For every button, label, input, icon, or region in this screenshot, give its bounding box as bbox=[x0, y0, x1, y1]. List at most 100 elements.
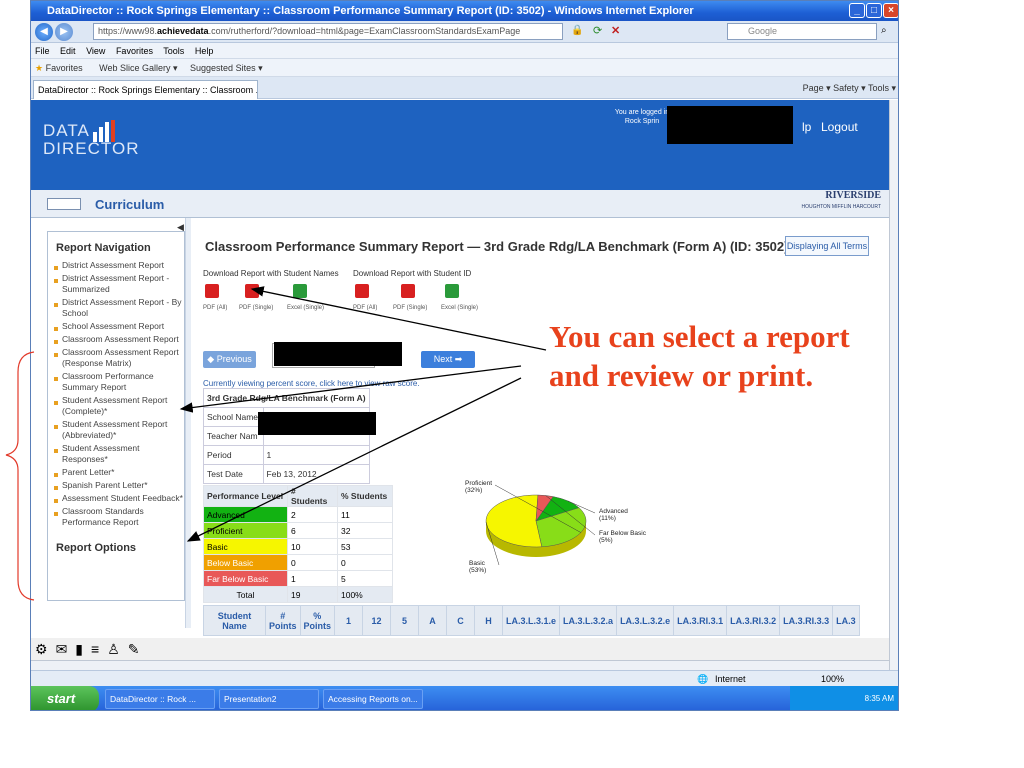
bottom-toolbar: ⚙✉▮≡♙✎ bbox=[31, 638, 889, 660]
exam-name: 3rd Grade Rdg/LA Benchmark (Form A) bbox=[203, 388, 370, 408]
pdf-icon[interactable] bbox=[245, 284, 259, 298]
pdf-all-label: PDF (All) bbox=[353, 305, 378, 311]
help-link[interactable]: lp bbox=[802, 120, 811, 134]
menu-view[interactable]: View bbox=[86, 46, 105, 56]
start-button[interactable]: start bbox=[31, 686, 99, 710]
favorites-button[interactable]: Favorites bbox=[46, 63, 83, 73]
stop-icon[interactable]: ✕ bbox=[611, 24, 620, 37]
pie-label: Basic (53%) bbox=[469, 560, 486, 574]
logout-link[interactable]: Logout bbox=[821, 120, 858, 134]
minimize-icon[interactable]: _ bbox=[849, 3, 865, 18]
sidebar-item[interactable]: District Assessment Report - Summarized bbox=[54, 273, 184, 295]
total-pct: 100% bbox=[337, 586, 393, 603]
column-header: C bbox=[446, 605, 475, 636]
column-header: H bbox=[474, 605, 503, 636]
search-input[interactable]: Google bbox=[727, 23, 877, 40]
stack-icon[interactable]: ≡ bbox=[91, 641, 107, 657]
suggested-sites-link[interactable]: Suggested Sites ▾ bbox=[190, 63, 263, 73]
pie-label: Proficient (32%) bbox=[465, 480, 492, 494]
web-slice-link[interactable]: Web Slice Gallery ▾ bbox=[99, 63, 177, 73]
next-label: Next bbox=[433, 354, 453, 364]
grid-icon[interactable] bbox=[47, 198, 81, 210]
report-options-heading: Report Options bbox=[56, 542, 137, 554]
mail-icon[interactable]: ✉ bbox=[56, 641, 76, 657]
sidebar-item[interactable]: District Assessment Report - By School bbox=[54, 297, 184, 319]
back-icon[interactable]: ◀ bbox=[35, 23, 53, 41]
sidebar-item[interactable]: Classroom Performance Summary Report bbox=[54, 371, 184, 393]
perf-row: Proficient 6 32 bbox=[203, 522, 393, 539]
bars-icon bbox=[93, 120, 121, 147]
logo-line-2: DIRECTOR bbox=[43, 139, 140, 158]
download-ids-heading: Download Report with Student ID bbox=[353, 269, 472, 278]
perf-row: Basic 10 53 bbox=[203, 538, 393, 555]
test-date-label: Test Date bbox=[203, 464, 264, 484]
excel-icon[interactable] bbox=[293, 284, 307, 298]
settings-icon[interactable]: ⚙ bbox=[35, 641, 56, 657]
sidebar-heading: Report Navigation bbox=[56, 242, 151, 254]
student-standards-table: Student Name # Points% Points 1 12 5 A C H LA.3.… bbox=[203, 605, 860, 636]
app-logo: DATA DIRECTOR bbox=[43, 122, 139, 158]
raw-score-link[interactable]: Currently viewing percent score, click h… bbox=[203, 379, 420, 388]
address-path: .com/rutherford/?download=html&page=Exam… bbox=[208, 26, 521, 36]
forward-icon[interactable]: ▶ bbox=[55, 23, 73, 41]
standards-header-row: Student Name # Points% Points 1 12 5 A C H LA.3.… bbox=[203, 605, 860, 636]
sidebar-item[interactable]: School Assessment Report bbox=[54, 321, 184, 332]
refresh-icon[interactable]: ⟳ bbox=[593, 24, 602, 37]
address-bar[interactable]: https://www98.achievedata.com/rutherford… bbox=[93, 23, 563, 40]
task-presentation[interactable]: Presentation2 bbox=[219, 689, 319, 709]
previous-button[interactable]: ◆ Previous bbox=[203, 351, 256, 368]
perf-header: Performance Level bbox=[203, 485, 288, 507]
column-header: # Points bbox=[265, 605, 301, 636]
zoom-level[interactable]: 100% bbox=[821, 671, 844, 687]
menu-help[interactable]: Help bbox=[195, 46, 214, 56]
menu-file[interactable]: File bbox=[35, 46, 50, 56]
search-icon[interactable]: ⌕ bbox=[881, 25, 887, 36]
menu-favorites[interactable]: Favorites bbox=[116, 46, 153, 56]
sidebar-item[interactable]: Student Assessment Report (Abbreviated)* bbox=[54, 419, 184, 441]
excel-single-label: Excel (Single) bbox=[287, 305, 325, 311]
sidebar-item[interactable]: Assessment Student Feedback* bbox=[54, 493, 184, 504]
sidebar-item[interactable]: Classroom Assessment Report bbox=[54, 334, 184, 345]
maximize-icon[interactable]: □ bbox=[866, 3, 882, 18]
sidebar-item[interactable]: Classroom Assessment Report (Response Ma… bbox=[54, 347, 184, 369]
vertical-scrollbar[interactable] bbox=[889, 100, 898, 670]
task-datadirector[interactable]: DataDirector :: Rock ... bbox=[105, 689, 215, 709]
perf-level: Below Basic bbox=[203, 554, 288, 571]
pen-icon[interactable]: ✎ bbox=[128, 641, 148, 657]
sidebar-item[interactable]: Student Assessment Report (Complete)* bbox=[54, 395, 184, 417]
pdf-icon[interactable] bbox=[205, 284, 219, 298]
next-button[interactable]: Next ➡ bbox=[421, 351, 475, 368]
pdf-icon[interactable] bbox=[355, 284, 369, 298]
browser-tab[interactable]: DataDirector :: Rock Springs Elementary … bbox=[33, 80, 258, 99]
horizontal-scrollbar[interactable] bbox=[31, 660, 889, 670]
close-icon[interactable]: × bbox=[883, 3, 898, 18]
perf-level: Far Below Basic bbox=[203, 570, 288, 587]
period-label: Period bbox=[203, 445, 264, 465]
command-bar[interactable]: Page ▾ Safety ▾ Tools ▾ bbox=[803, 80, 896, 96]
pdf-icon[interactable] bbox=[401, 284, 415, 298]
lock-icon[interactable]: 🔒 bbox=[571, 25, 583, 36]
class-info-table: 3rd Grade Rdg/LA Benchmark (Form A) Scho… bbox=[203, 388, 370, 484]
displaying-all-terms-button[interactable]: Displaying All Terms bbox=[785, 236, 869, 256]
download-names-heading: Download Report with Student Names bbox=[203, 269, 339, 278]
window-title: DataDirector :: Rock Springs Elementary … bbox=[47, 5, 694, 17]
sidebar-item[interactable]: Spanish Parent Letter* bbox=[54, 480, 184, 491]
column-header: LA.3 bbox=[832, 605, 860, 636]
menu-tools[interactable]: Tools bbox=[163, 46, 184, 56]
sidebar-item[interactable]: Student Assessment Responses* bbox=[54, 443, 184, 465]
sidebar-item[interactable]: District Assessment Report bbox=[54, 260, 184, 271]
person-icon[interactable]: ♙ bbox=[107, 641, 128, 657]
sidebar-item[interactable]: Parent Letter* bbox=[54, 467, 184, 478]
task-accessing-reports[interactable]: Accessing Reports on... bbox=[323, 689, 423, 709]
system-tray: 8:35 AM bbox=[790, 686, 898, 710]
perf-row: Advanced 2 11 bbox=[203, 506, 393, 523]
chart-icon[interactable]: ▮ bbox=[75, 641, 91, 657]
perf-level: Proficient bbox=[203, 522, 288, 539]
sidebar-item[interactable]: Classroom Standards Performance Report bbox=[54, 506, 184, 528]
test-date-value: Feb 13, 2012 bbox=[262, 464, 370, 484]
menu-edit[interactable]: Edit bbox=[60, 46, 76, 56]
column-header: % Points bbox=[299, 605, 335, 636]
excel-icon[interactable] bbox=[445, 284, 459, 298]
zone-label: Internet bbox=[715, 674, 746, 684]
perf-pct: 32 bbox=[337, 522, 393, 539]
